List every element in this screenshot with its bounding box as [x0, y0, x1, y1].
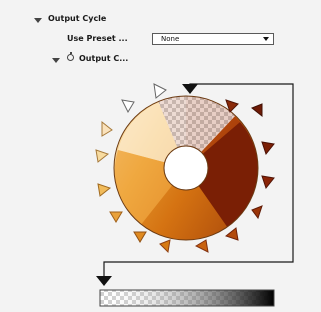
color-cycle-graphic[interactable]: [0, 0, 321, 312]
ring-hole: [163, 145, 209, 191]
top-stop-marker[interactable]: [182, 84, 198, 94]
strip-stop-marker[interactable]: [96, 276, 112, 286]
output-cycle-panel: Output Cycle Use Preset ... None Output …: [0, 0, 321, 312]
alpha-gradient-strip[interactable]: [99, 289, 275, 307]
